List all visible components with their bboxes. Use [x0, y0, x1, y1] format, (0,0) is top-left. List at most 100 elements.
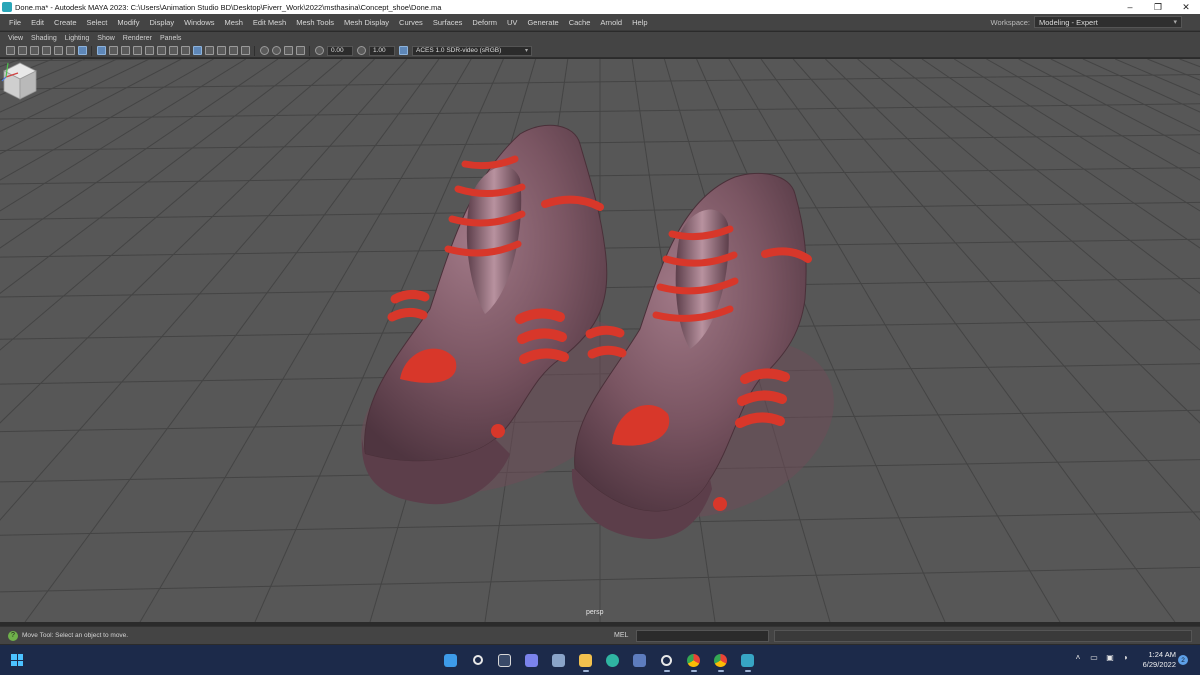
grid-line — [986, 59, 1200, 181]
volume-icon[interactable]: ◗ — [1120, 651, 1132, 663]
textured-icon[interactable] — [132, 46, 142, 55]
color-management-icon[interactable] — [398, 46, 408, 55]
menu-mesh-display[interactable]: Mesh Display — [339, 18, 394, 27]
chevron-up-icon[interactable]: ˄ — [1072, 651, 1084, 663]
bookmark-icon[interactable] — [29, 46, 39, 55]
grid-line — [0, 59, 343, 351]
menu-file[interactable]: File — [4, 18, 26, 27]
shadows-icon[interactable] — [156, 46, 166, 55]
menu-generate[interactable]: Generate — [522, 18, 563, 27]
right-shoe-side-coil — [737, 390, 787, 406]
menu-create[interactable]: Create — [49, 18, 82, 27]
panel-menu-lighting[interactable]: Lighting — [61, 35, 94, 42]
workspace-label: Workspace: — [990, 17, 1030, 27]
perspective-viewport[interactable]: persp — [0, 59, 1200, 622]
menu-help[interactable]: Help — [627, 18, 652, 27]
panel-menu-show[interactable]: Show — [93, 35, 119, 42]
taskbar-clock[interactable]: 1:24 AM 6/29/2022 — [1136, 650, 1176, 670]
ambient-occlusion-icon[interactable] — [168, 46, 178, 55]
widgets-icon[interactable] — [11, 654, 23, 666]
photos-button[interactable] — [549, 650, 569, 670]
isolate-select-icon[interactable] — [216, 46, 226, 55]
exposure-icon[interactable] — [314, 46, 324, 55]
menu-arnold[interactable]: Arnold — [595, 18, 627, 27]
view-transform-select[interactable]: ACES 1.0 SDR-video (sRGB) ▾ — [412, 45, 532, 56]
windows-taskbar: ˄ ▭ ▣ ◗ 1:24 AM 6/29/2022 2 — [0, 645, 1200, 675]
mel-label[interactable]: MEL — [614, 632, 636, 639]
edge-icon — [606, 653, 619, 667]
right-shoe-side-coil — [587, 345, 627, 359]
maya-icon — [741, 653, 754, 667]
edge-button[interactable] — [603, 650, 623, 670]
grid-line — [921, 59, 1200, 249]
depth-of-field-icon[interactable] — [204, 46, 214, 55]
exposure-field[interactable]: 0.00 — [327, 45, 353, 56]
smooth-shade-icon[interactable] — [108, 46, 118, 55]
file-explorer-button[interactable] — [576, 650, 596, 672]
grid-line — [24, 59, 440, 622]
menu-modify[interactable]: Modify — [112, 18, 144, 27]
gamma-field[interactable]: 1.00 — [369, 45, 395, 56]
2d-pan-zoom-icon[interactable] — [53, 46, 63, 55]
select-camera-icon[interactable] — [5, 46, 15, 55]
menu-uv[interactable]: UV — [502, 18, 522, 27]
workspace-select[interactable]: Modeling - Expert ▾ — [1034, 16, 1182, 28]
image-plane-icon[interactable] — [41, 46, 51, 55]
anti-aliasing-icon[interactable] — [192, 46, 202, 55]
panel-menu-shading[interactable]: Shading — [27, 35, 61, 42]
panel-menu-renderer[interactable]: Renderer — [119, 35, 156, 42]
grid-line — [0, 59, 150, 133]
gamma-icon[interactable] — [356, 46, 366, 55]
panel-menu-view[interactable]: View — [4, 35, 27, 42]
menu-deform[interactable]: Deform — [467, 18, 502, 27]
network-icon[interactable]: ▣ — [1104, 651, 1116, 663]
panel-menu-panels[interactable]: Panels — [156, 35, 185, 42]
menu-curves[interactable]: Curves — [394, 18, 428, 27]
motion-blur-icon[interactable] — [180, 46, 190, 55]
maximize-button[interactable]: ❐ — [1144, 0, 1172, 14]
menu-edit[interactable]: Edit — [26, 18, 49, 27]
film-gate-icon[interactable] — [259, 46, 269, 55]
title-bar: Done.ma* - Autodesk MAYA 2023: C:\Users\… — [0, 0, 1200, 14]
search-button[interactable] — [468, 650, 488, 670]
menu-edit-mesh[interactable]: Edit Mesh — [248, 18, 291, 27]
minimize-button[interactable]: – — [1116, 0, 1144, 14]
notification-badge[interactable]: 2 — [1178, 655, 1188, 665]
camera-attributes-icon[interactable] — [17, 46, 27, 55]
menu-cache[interactable]: Cache — [564, 18, 596, 27]
field-chart-icon[interactable] — [295, 46, 305, 55]
maya-button[interactable] — [738, 650, 758, 672]
task-view-button[interactable] — [495, 650, 515, 670]
menu-mesh[interactable]: Mesh — [220, 18, 248, 27]
viewport-canvas[interactable] — [0, 59, 1200, 622]
store-icon — [633, 653, 646, 667]
menu-select[interactable]: Select — [82, 18, 113, 27]
teams-button[interactable] — [522, 650, 542, 670]
toolbar-separator — [309, 45, 310, 56]
keyboard-icon[interactable]: ▭ — [1088, 651, 1100, 663]
lights-icon[interactable] — [144, 46, 154, 55]
left-shoe-side-coil — [515, 308, 565, 324]
resolution-gate-icon[interactable] — [271, 46, 281, 55]
menu-windows[interactable]: Windows — [179, 18, 219, 27]
xray-joints-icon[interactable] — [240, 46, 250, 55]
settings-button[interactable] — [657, 650, 677, 672]
wireframe-on-shaded-icon[interactable] — [120, 46, 130, 55]
chevron-down-icon: ▾ — [1173, 19, 1177, 26]
store-button[interactable] — [630, 650, 650, 670]
menu-surfaces[interactable]: Surfaces — [428, 18, 468, 27]
mel-command-input[interactable] — [636, 629, 769, 642]
chrome-profile-button[interactable] — [711, 650, 731, 672]
gate-mask-icon[interactable] — [283, 46, 293, 55]
grid-toggle-icon[interactable] — [77, 46, 87, 55]
close-button[interactable]: ✕ — [1172, 0, 1200, 14]
xray-icon[interactable] — [228, 46, 238, 55]
chrome-button[interactable] — [684, 650, 704, 672]
grid-line — [0, 59, 375, 424]
wireframe-icon[interactable] — [96, 46, 106, 55]
view-transform-value: ACES 1.0 SDR-video (sRGB) — [416, 46, 502, 54]
start-button[interactable] — [441, 650, 461, 670]
grease-pencil-icon[interactable] — [65, 46, 75, 55]
menu-mesh-tools[interactable]: Mesh Tools — [291, 18, 339, 27]
menu-display[interactable]: Display — [145, 18, 180, 27]
